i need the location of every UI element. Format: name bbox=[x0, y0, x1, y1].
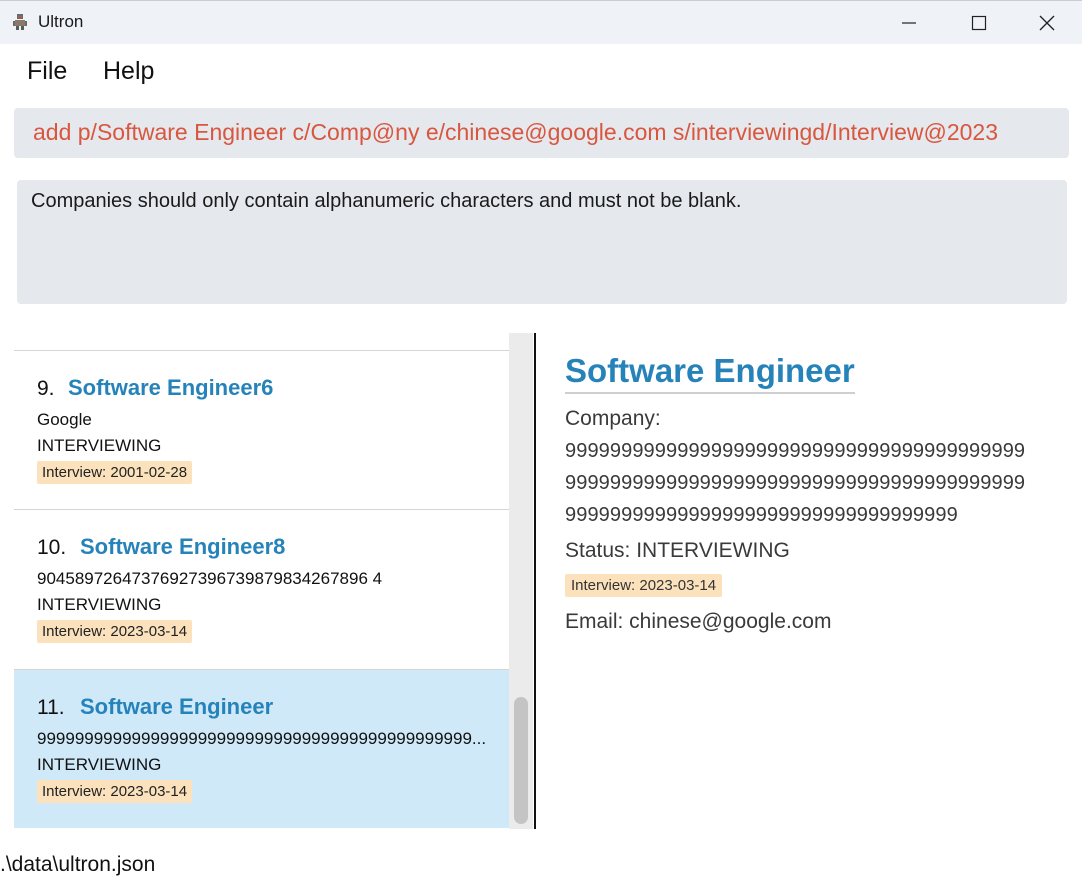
menu-file[interactable]: File bbox=[27, 57, 67, 86]
detail-company-line: 99999999999999999999999999999999999 bbox=[565, 504, 958, 526]
result-display: Companies should only contain alphanumer… bbox=[17, 180, 1067, 304]
close-icon bbox=[1039, 15, 1055, 31]
detail-interview-tag: Interview: 2023-03-14 bbox=[565, 574, 723, 597]
list-item[interactable]: 9. Software Engineer6 Google INTERVIEWIN… bbox=[14, 350, 509, 509]
command-input[interactable]: add p/Software Engineer c/Comp@ny e/chin… bbox=[14, 108, 1069, 158]
result-message: Companies should only contain alphanumer… bbox=[31, 190, 742, 212]
detail-panel: Software Engineer Company: 9999999999999… bbox=[536, 333, 1082, 829]
app-icon bbox=[13, 14, 27, 30]
detail-title: Software Engineer bbox=[565, 352, 855, 394]
card-role: Software Engineer bbox=[80, 694, 274, 719]
card-company: 9999999999999999999999999999999999999999… bbox=[37, 729, 487, 748]
list-item-selected[interactable]: 11. Software Engineer 999999999999999999… bbox=[14, 669, 509, 828]
detail-status: Status: INTERVIEWING bbox=[565, 539, 790, 562]
menu-bar: File Help bbox=[0, 44, 1082, 100]
card-index: 11. bbox=[37, 696, 65, 719]
card-interview-tag: Interview: 2023-03-14 bbox=[37, 620, 193, 643]
card-interview-tag: Interview: 2001-02-28 bbox=[37, 461, 193, 484]
detail-email: Email: chinese@google.com bbox=[565, 610, 832, 633]
detail-company-label: Company: bbox=[565, 407, 661, 430]
close-button[interactable] bbox=[1012, 1, 1082, 44]
list-scrollbar[interactable] bbox=[509, 333, 533, 829]
card-status: INTERVIEWING bbox=[37, 755, 162, 774]
maximize-icon bbox=[971, 15, 987, 31]
card-status: INTERVIEWING bbox=[37, 595, 162, 614]
title-bar: Ultron bbox=[0, 0, 1082, 44]
list-item[interactable]: 10. Software Engineer8 90458972647376927… bbox=[14, 509, 509, 668]
detail-company-line: 9999999999999999999999999999999999999999… bbox=[565, 440, 1026, 462]
card-index: 10. bbox=[37, 536, 67, 559]
application-list: 9. Software Engineer6 Google INTERVIEWIN… bbox=[14, 333, 509, 829]
maximize-button[interactable] bbox=[944, 1, 1014, 44]
command-input-text[interactable]: add p/Software Engineer c/Comp@ny e/chin… bbox=[33, 119, 998, 146]
menu-help[interactable]: Help bbox=[103, 57, 154, 86]
status-bar-path: .\data\ultron.json bbox=[0, 853, 156, 876]
card-role: Software Engineer6 bbox=[68, 375, 274, 400]
card-company: 90458972647376927396739879834267896 4 bbox=[37, 569, 383, 588]
minimize-button[interactable] bbox=[874, 1, 944, 44]
list-scrollbar-thumb[interactable] bbox=[514, 697, 528, 824]
detail-company-line: 9999999999999999999999999999999999999999… bbox=[565, 472, 1026, 494]
card-company: Google bbox=[37, 410, 92, 429]
window-title: Ultron bbox=[38, 12, 84, 31]
minimize-icon bbox=[902, 22, 916, 24]
card-interview-tag: Interview: 2023-03-14 bbox=[37, 780, 193, 803]
card-index: 9. bbox=[37, 377, 55, 400]
card-role: Software Engineer8 bbox=[80, 534, 286, 559]
card-status: INTERVIEWING bbox=[37, 436, 162, 455]
